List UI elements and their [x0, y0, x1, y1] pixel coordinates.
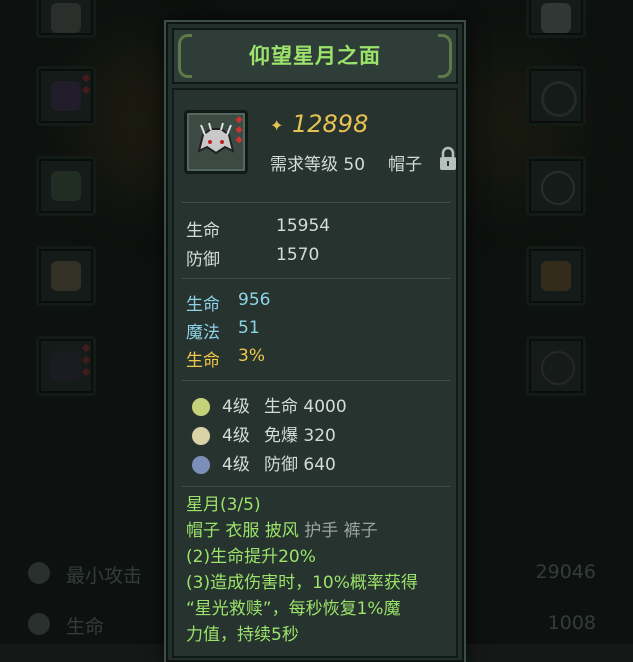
gem-effect: 生命 4000 [264, 397, 347, 417]
gem-effect: 防御 640 [264, 455, 336, 475]
gem-effect: 免爆 320 [264, 426, 336, 446]
coin-icon: ✦ [270, 116, 284, 135]
item-requirement: 需求等级 50 [270, 155, 366, 175]
gem-icon [190, 425, 212, 447]
divider [182, 202, 450, 203]
base-stat-label: 生命 [186, 221, 220, 241]
bonus-stat-value: 3% [238, 346, 265, 366]
divider [182, 278, 450, 279]
gem-level: 4级 [222, 455, 250, 475]
bonus-stat-value: 51 [238, 318, 260, 338]
item-tooltip-panel: 仰望星月之面 ✦ 12898 需求等级 50 帽子 生命 15954 防御 15… [166, 22, 464, 662]
lock-icon[interactable] [438, 146, 458, 172]
set-header: 星月(3/5) [186, 495, 261, 515]
base-stat-value: 15954 [276, 216, 331, 236]
item-icon [184, 110, 248, 174]
base-stat-label: 防御 [186, 250, 220, 270]
helmet-icon [197, 116, 243, 155]
set-effect-line: 力值，持续5秒 [186, 625, 299, 645]
set-effect-line: “星光救赎”，每秒恢复1%魔 [186, 599, 401, 619]
gem-level: 4级 [222, 397, 250, 417]
gem-icon [190, 396, 212, 418]
bonus-stat-label: 魔法 [186, 323, 220, 343]
set-piece: 帽子 [186, 521, 220, 541]
bonus-stat-label: 生命 [186, 295, 220, 315]
item-details: ✦ 12898 需求等级 50 帽子 生命 15954 防御 1570 生命 9… [172, 88, 458, 658]
set-bonus-section: 星月(3/5) 帽子 衣服 披风 护手 裤子 (2)生命提升20% (3)造成伤… [186, 492, 452, 648]
item-name: 仰望星月之面 [249, 44, 381, 68]
set-piece: 护手 [304, 521, 339, 541]
gem-icon [190, 454, 212, 476]
set-effect: (2)生命提升20% [186, 547, 316, 567]
item-slot-type: 帽子 [388, 155, 422, 175]
bonus-stat-value: 956 [238, 290, 271, 310]
set-piece: 衣服 [225, 521, 260, 541]
base-stat-value: 1570 [276, 245, 320, 265]
set-pieces: 帽子 衣服 披风 护手 裤子 [186, 518, 452, 544]
bonus-stat-label: 生命 [186, 351, 220, 371]
ornament-icon [178, 34, 192, 78]
set-piece: 裤子 [343, 521, 378, 541]
ornament-icon [438, 34, 452, 78]
item-title-bar: 仰望星月之面 [172, 28, 458, 84]
item-price: 12898 [292, 110, 369, 138]
divider [182, 380, 450, 381]
divider [182, 486, 450, 487]
gem-level: 4级 [222, 426, 250, 446]
set-piece: 披风 [264, 521, 299, 541]
set-effect-line: (3)造成伤害时，10%概率获得 [186, 573, 418, 593]
